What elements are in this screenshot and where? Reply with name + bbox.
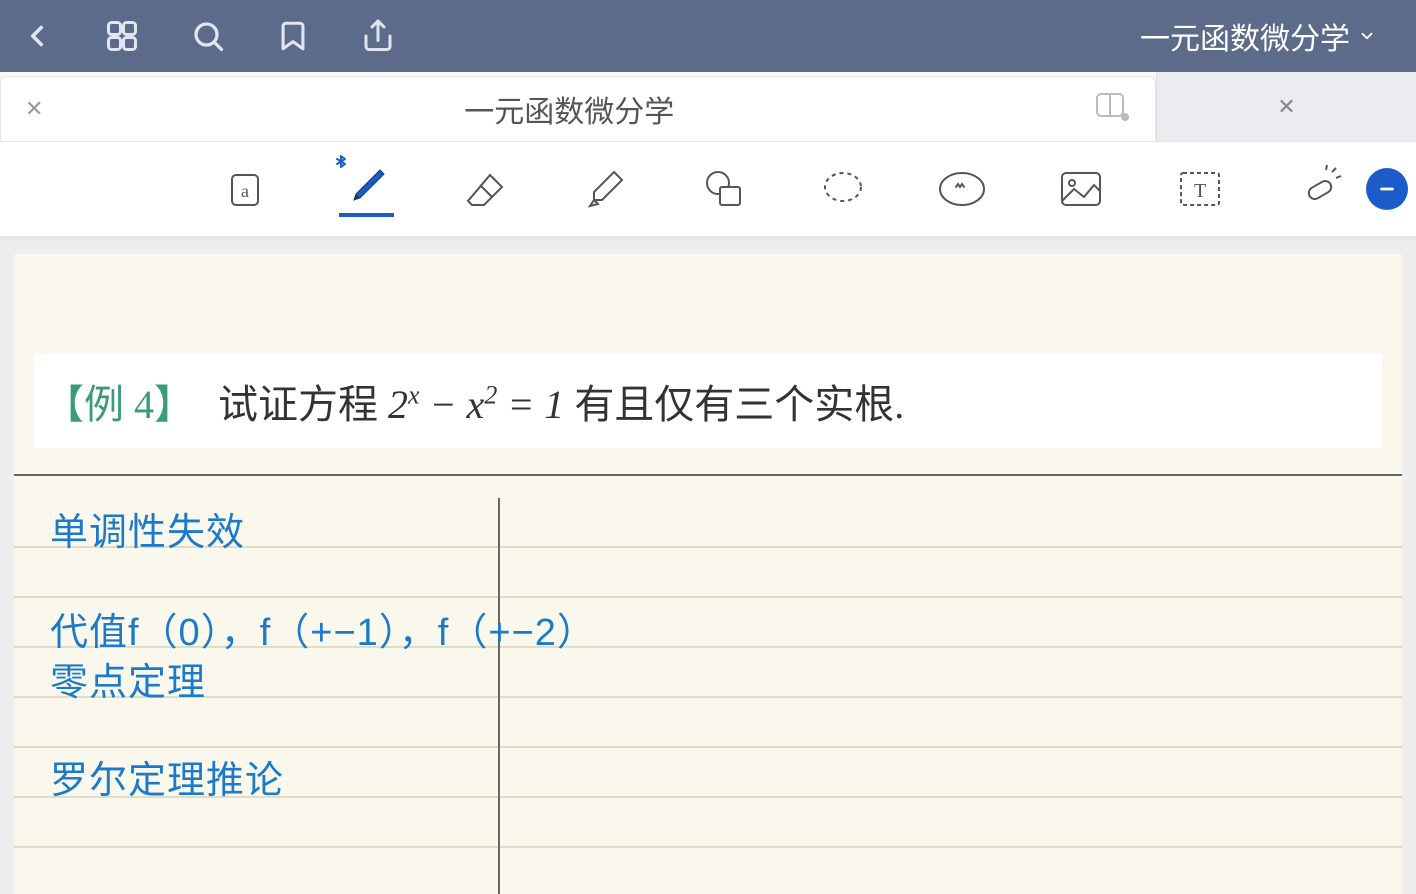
image-tool[interactable]: [1053, 162, 1108, 217]
add-button[interactable]: [1366, 168, 1408, 210]
chevron-down-icon: [1358, 27, 1376, 45]
title-dropdown[interactable]: 一元函数微分学: [1140, 14, 1396, 58]
note-line-3: 零点定理: [50, 658, 596, 708]
handwritten-notes: 单调性失效 代值f（0），f（+−1），f（+−2） 零点定理 罗尔定理推论: [50, 508, 596, 806]
canvas-area[interactable]: 【例 4】 试证方程 2x − x2 = 1 有且仅有三个实根. 单调性失效 代…: [14, 254, 1402, 894]
tab-secondary-close[interactable]: ✕: [1277, 94, 1295, 120]
tab-title: 一元函数微分学: [43, 87, 1095, 131]
tab-active[interactable]: ✕ 一元函数微分学: [0, 76, 1156, 141]
bookmark-button[interactable]: [276, 19, 310, 53]
sticker-tool[interactable]: [934, 162, 989, 217]
note-line-4: 罗尔定理推论: [50, 756, 596, 806]
top-bar-left: [20, 18, 396, 54]
svg-text:T: T: [1194, 180, 1206, 202]
share-button[interactable]: [360, 18, 396, 54]
shapes-tool[interactable]: [696, 162, 751, 217]
tab-bar: ✕ 一元函数微分学 ✕: [0, 72, 1416, 142]
bluetooth-icon: [333, 154, 349, 179]
eraser-tool[interactable]: [458, 162, 513, 217]
back-button[interactable]: [20, 19, 54, 53]
pen-tool[interactable]: [339, 162, 394, 217]
laser-tool[interactable]: [1291, 162, 1346, 217]
svg-text:a: a: [241, 181, 249, 201]
equation: 2x − x2 = 1: [388, 382, 564, 427]
grid-view-button[interactable]: [104, 18, 140, 54]
search-button[interactable]: [190, 18, 226, 54]
problem-text: 试证方程 2x − x2 = 1 有且仅有三个实根.: [218, 372, 904, 430]
note-line-1: 单调性失效: [50, 508, 596, 558]
tab-close-button[interactable]: ✕: [25, 96, 43, 122]
tab-secondary[interactable]: ✕: [1156, 72, 1416, 141]
toolbar: a T: [0, 142, 1416, 240]
top-bar: 一元函数微分学: [0, 0, 1416, 72]
tab-split-icon[interactable]: [1095, 91, 1131, 128]
highlighter-tool[interactable]: [577, 162, 632, 217]
lasso-tool[interactable]: [815, 162, 870, 217]
title-dropdown-label: 一元函数微分学: [1140, 14, 1350, 58]
text-tool[interactable]: T: [1172, 162, 1227, 217]
note-line-2: 代值f（0），f（+−1），f（+−2）: [50, 608, 596, 658]
read-mode-tool[interactable]: a: [220, 162, 275, 217]
horizontal-divider: [14, 474, 1402, 476]
problem-statement: 【例 4】 试证方程 2x − x2 = 1 有且仅有三个实根.: [34, 354, 1382, 448]
example-tag: 【例 4】: [44, 372, 194, 430]
